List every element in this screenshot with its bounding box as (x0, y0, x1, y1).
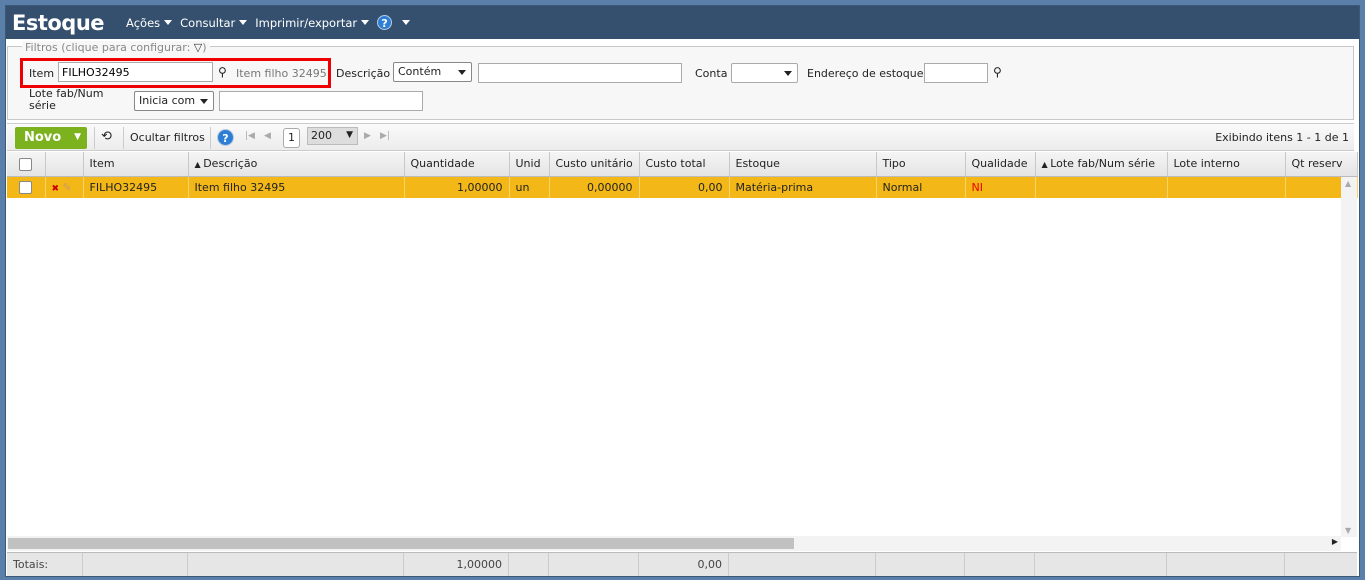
prev-page-icon[interactable]: ◀ (264, 131, 271, 141)
page-size-select[interactable]: 200 ▼ (307, 127, 358, 145)
delete-icon[interactable]: ✖ (52, 184, 60, 194)
ocultar-filtros-button[interactable]: Ocultar filtros (130, 131, 205, 144)
col-qualidade[interactable]: Qualidade (965, 152, 1036, 177)
col-qt-reserv[interactable]: Qt reserv (1285, 152, 1358, 177)
cell-descricao: Item filho 32495 (188, 176, 405, 198)
header-bar: Estoque Ações Consultar Imprimir/exporta… (6, 6, 1359, 39)
item-label: Item (29, 67, 55, 80)
cell-qualidade: NI (965, 176, 1036, 198)
actions-header (45, 152, 84, 177)
row-checkbox[interactable] (7, 176, 46, 198)
cell-lote-fab (1035, 176, 1168, 198)
col-tipo[interactable]: Tipo (876, 152, 966, 177)
last-page-icon[interactable]: ▶| (380, 131, 390, 141)
menu-imprimir-exportar[interactable]: Imprimir/exportar (255, 16, 370, 30)
showing-count: Exibindo itens 1 - 1 de 1 (1215, 131, 1349, 144)
descricao-input[interactable] (478, 63, 682, 83)
table-header: Item ▲ Descrição Quantidade Unid Custo u… (7, 152, 1358, 177)
totals-custo-total: 0,00 (639, 553, 729, 576)
col-estoque[interactable]: Estoque (729, 152, 877, 177)
col-custo-total[interactable]: Custo total (639, 152, 730, 177)
endereco-input[interactable] (924, 63, 988, 83)
horizontal-scrollbar[interactable]: ▶ (7, 536, 1341, 551)
col-lote-fab[interactable]: ▲ Lote fab/Num série (1035, 152, 1168, 177)
stock-table: Item ▲ Descrição Quantidade Unid Custo u… (7, 152, 1358, 198)
edit-icon[interactable]: ✎ (63, 181, 72, 194)
descricao-mode-select[interactable]: Contém (393, 62, 472, 82)
totals-row: Totais: 1,00000 0,00 (7, 552, 1357, 576)
endereco-search-icon[interactable]: ⚲ (993, 65, 1002, 79)
col-lote-interno[interactable]: Lote interno (1167, 152, 1286, 177)
cell-lote-interno (1167, 176, 1286, 198)
item-input[interactable] (58, 62, 213, 82)
cell-unid: un (509, 176, 550, 198)
vertical-scrollbar[interactable]: ▲ ▼ (1341, 177, 1357, 537)
lote-mode-select[interactable]: Inicia com (134, 91, 214, 111)
cell-item: FILHO32495 (83, 176, 189, 198)
lote-label: Lote fab/Num série (29, 87, 104, 112)
novo-button[interactable]: Novo ▼ (15, 127, 87, 149)
refresh-icon[interactable]: ⟲ (101, 129, 112, 144)
cell-quantidade: 1,00000 (404, 176, 510, 198)
menu-consultar[interactable]: Consultar (180, 16, 248, 30)
filter-funnel-icon[interactable]: ▽ (194, 41, 202, 54)
help-icon[interactable]: ? (377, 15, 393, 30)
select-all-checkbox[interactable] (7, 152, 46, 177)
scroll-thumb[interactable] (8, 538, 794, 549)
endereco-label: Endereço de estoque (807, 67, 924, 80)
novo-dropdown-icon[interactable]: ▼ (74, 132, 81, 142)
col-custo-unitario[interactable]: Custo unitário (549, 152, 640, 177)
more-menu[interactable] (398, 16, 411, 30)
menu-acoes[interactable]: Ações (126, 16, 173, 30)
col-unid[interactable]: Unid (509, 152, 550, 177)
filters-legend[interactable]: Filtros (clique para configurar: ▽) (22, 41, 210, 54)
col-descricao[interactable]: ▲ Descrição (188, 152, 405, 177)
cell-tipo: Normal (876, 176, 966, 198)
descricao-label: Descrição (336, 67, 391, 80)
conta-select[interactable] (731, 63, 798, 83)
totals-quantidade: 1,00000 (404, 553, 509, 576)
cell-estoque: Matéria-prima (729, 176, 877, 198)
next-page-icon[interactable]: ▶ (364, 131, 371, 141)
search-icon[interactable]: ⚲ (218, 65, 227, 79)
page-title: Estoque (12, 10, 105, 35)
table-row[interactable]: ✖ ✎ FILHO32495 Item filho 32495 1,00000 … (7, 176, 1358, 198)
conta-label: Conta (695, 67, 728, 80)
totals-label: Totais: (7, 553, 83, 576)
first-page-icon[interactable]: |◀ (245, 131, 255, 141)
filters-panel: Filtros (clique para configurar: ▽) Item… (7, 41, 1354, 120)
cell-custo-unitario: 0,00000 (549, 176, 640, 198)
grid-help-icon[interactable]: ? (217, 129, 234, 146)
page-number-input[interactable]: 1 (283, 128, 300, 148)
estoque-window: Estoque Ações Consultar Imprimir/exporta… (5, 5, 1360, 577)
lote-input[interactable] (219, 91, 423, 111)
row-actions: ✖ ✎ (45, 176, 84, 198)
col-item[interactable]: Item (83, 152, 189, 177)
cell-custo-total: 0,00 (639, 176, 730, 198)
grid-toolbar: Novo ▼ ⟲ Ocultar filtros ? |◀ ◀ 1 200 ▼ ▶ … (7, 123, 1354, 151)
col-quantidade[interactable]: Quantidade (404, 152, 510, 177)
item-description: Item filho 32495 (236, 67, 327, 80)
